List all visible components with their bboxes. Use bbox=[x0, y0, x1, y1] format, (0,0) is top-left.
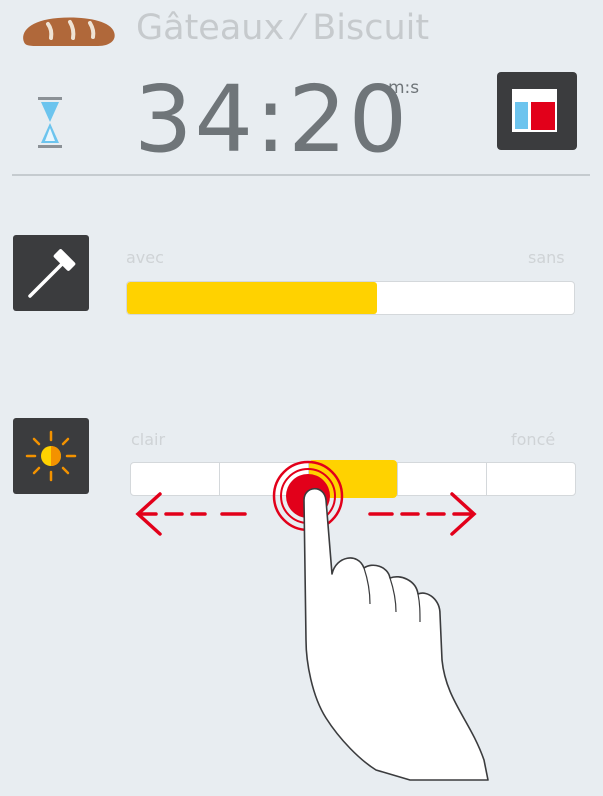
hourglass-icon bbox=[38, 97, 62, 148]
timer-unit: m:s bbox=[388, 78, 420, 98]
browning-right-label: foncé bbox=[511, 430, 556, 449]
browning-segment-4[interactable] bbox=[398, 463, 487, 495]
probe-slider[interactable] bbox=[126, 281, 575, 315]
browning-button[interactable] bbox=[13, 418, 89, 494]
probe-left-label: avec bbox=[126, 248, 164, 267]
split-view-button[interactable] bbox=[497, 72, 577, 150]
program-title: Gâteaux ⁄ Biscuit bbox=[136, 8, 430, 48]
swipe-left-right-arrows-icon bbox=[135, 492, 477, 536]
browning-segment-3[interactable] bbox=[309, 460, 398, 498]
browning-segment-5[interactable] bbox=[487, 463, 575, 495]
timer-value: 34:20 bbox=[134, 66, 410, 173]
pointing-hand-icon bbox=[303, 487, 489, 781]
probe-icon bbox=[28, 249, 76, 298]
sun-half-icon bbox=[25, 430, 77, 482]
browning-segment-2[interactable] bbox=[220, 463, 309, 495]
browning-level-selector[interactable] bbox=[130, 460, 576, 498]
bread-icon bbox=[23, 17, 115, 46]
probe-button[interactable] bbox=[13, 235, 89, 311]
browning-segment-1[interactable] bbox=[131, 463, 220, 495]
browning-left-label: clair bbox=[131, 430, 166, 449]
probe-slider-fill bbox=[127, 282, 378, 314]
probe-right-label: sans bbox=[528, 248, 565, 267]
header-divider bbox=[12, 174, 590, 176]
split-view-icon bbox=[512, 89, 557, 132]
